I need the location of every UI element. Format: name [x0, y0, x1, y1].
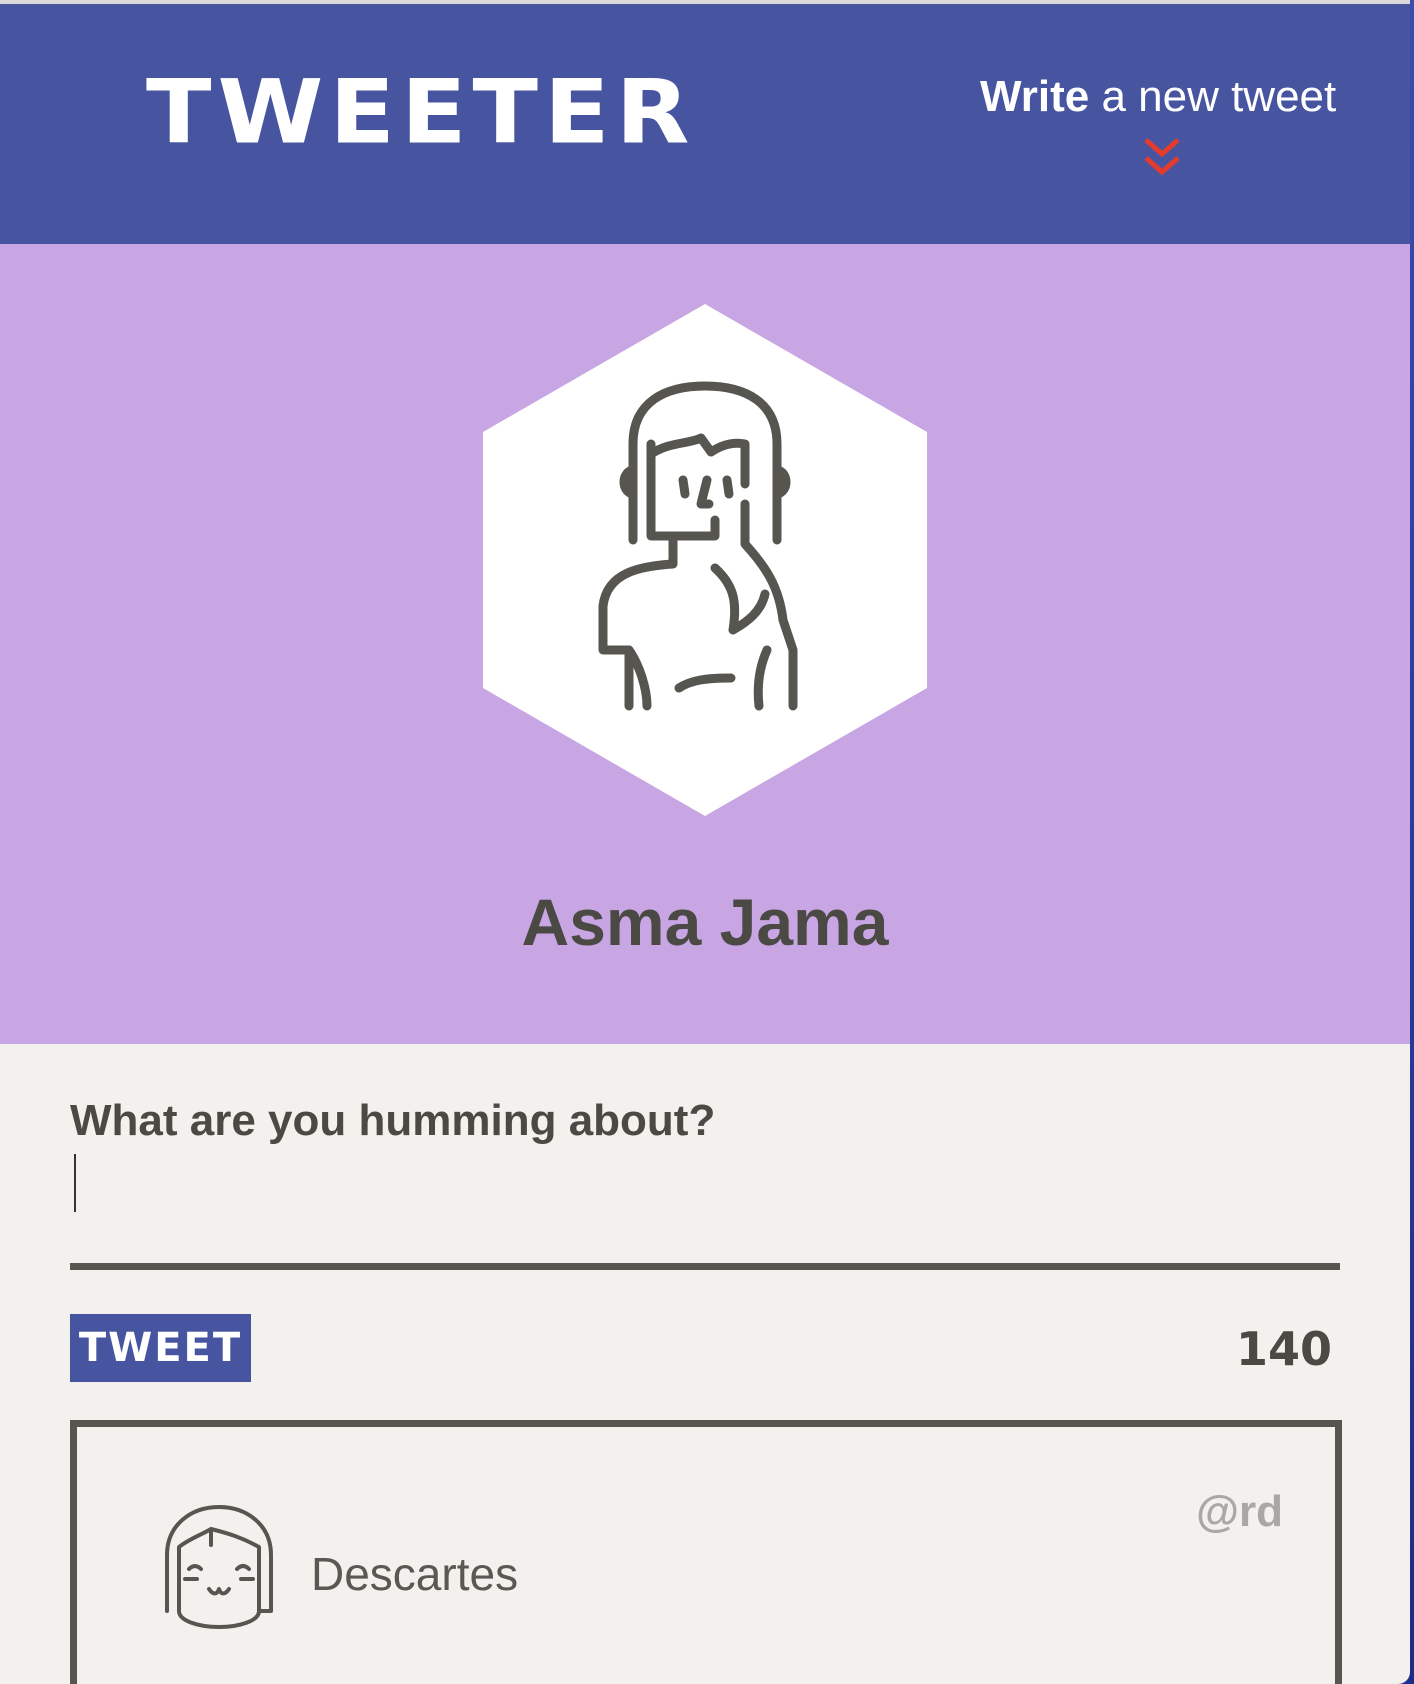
tweet-handle[interactable]: @rd [1196, 1487, 1283, 1537]
compose-toggle-bold: Write [980, 72, 1090, 121]
brand-logo[interactable]: TWEETER [146, 68, 696, 156]
tweet-button[interactable]: TWEET [70, 1314, 251, 1382]
text-caret [74, 1154, 76, 1212]
write-new-tweet-toggle[interactable]: Write a new tweet [980, 72, 1340, 122]
tweet-input[interactable] [70, 1150, 1340, 1270]
compose-toggle-rest: a new tweet [1089, 72, 1337, 121]
app-window: TWEETER Write a new tweet Asma Jama What… [0, 0, 1410, 1684]
character-counter: 140 [1235, 1322, 1332, 1376]
woman-avatar-icon [483, 304, 927, 816]
window-edge [1410, 0, 1414, 1684]
composer-label: What are you humming about? [70, 1096, 716, 1145]
tweet-author[interactable]: Descartes [311, 1547, 518, 1601]
tweet-card: Descartes @rd [70, 1420, 1342, 1684]
top-nav: TWEETER Write a new tweet [0, 4, 1410, 244]
profile-name: Asma Jama [521, 885, 889, 959]
double-chevron-down-icon[interactable] [1142, 136, 1182, 178]
profile-section: Asma Jama [0, 244, 1410, 1044]
smiling-girl-avatar-icon [165, 1505, 273, 1629]
